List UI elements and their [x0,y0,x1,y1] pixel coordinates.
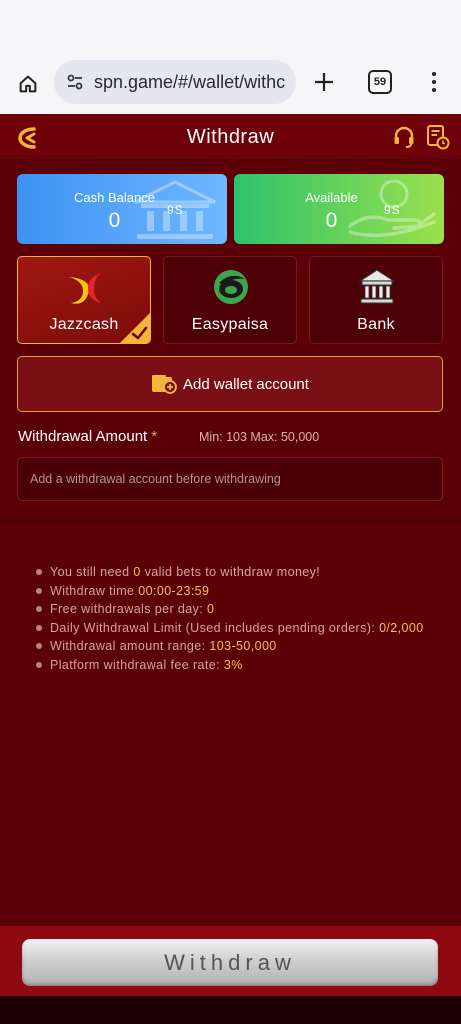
jazzcash-logo [69,273,101,304]
method-label: Bank [357,316,395,333]
cash-refresh-timer[interactable]: 9S [167,203,184,217]
method-jazzcash[interactable]: Jazzcash [17,256,151,344]
method-bank[interactable]: Bank [309,256,443,344]
section-divider [0,520,461,523]
tabs-button[interactable]: 59 [368,70,392,94]
rule-item: Free withdrawals per day: 0 [36,600,426,619]
wallet-add-icon [152,375,177,394]
address-bar[interactable]: spn.game/#/wallet/withc [54,60,296,104]
required-mark: * [151,428,158,445]
add-wallet-button[interactable]: Add wallet account [17,356,443,412]
check-icon [120,313,150,343]
amount-range-hint: Min: 103 Max: 50,000 [199,430,320,444]
more-icon[interactable] [424,68,444,96]
rule-item: Daily Withdrawal Limit (Used includes pe… [36,619,426,638]
available-balance-card: Available 0 9S [234,174,444,244]
status-bar [0,0,461,56]
browser-toolbar: spn.game/#/wallet/withc 59 [0,56,461,114]
rule-item: You still need 0 valid bets to withdraw … [36,563,426,582]
records-icon[interactable] [426,124,450,150]
home-button[interactable] [14,70,42,98]
easypaisa-logo [214,270,248,304]
withdrawal-rules-list: You still need 0 valid bets to withdraw … [36,563,426,675]
rule-item: Withdraw time 00:00-23:59 [36,582,426,601]
app-header: Withdraw [0,114,461,160]
cash-balance-card: Cash Balance 0 9S [17,174,227,244]
withdrawal-amount-title: Withdrawal Amount * [18,428,158,445]
home-icon [19,75,37,93]
plus-icon [315,73,333,91]
tab-count: 59 [373,76,387,88]
add-wallet-label: Add wallet account [183,375,309,393]
withdrawal-amount-input[interactable] [17,457,443,501]
withdraw-button[interactable]: Withdraw [22,939,438,986]
new-tab-button[interactable] [310,68,338,96]
url-text[interactable]: spn.game/#/wallet/withc [94,72,290,93]
method-easypaisa[interactable]: Easypaisa [163,256,297,344]
system-nav-bar [0,996,461,1024]
available-refresh-timer[interactable]: 9S [384,203,401,217]
rule-item: Withdrawal amount range: 103-50,000 [36,637,426,656]
site-settings-icon[interactable] [64,71,86,93]
headset-icon[interactable] [392,125,416,149]
bank-icon [357,269,397,304]
method-label: Easypaisa [191,316,269,333]
rule-item: Platform withdrawal fee rate: 3% [36,656,426,675]
